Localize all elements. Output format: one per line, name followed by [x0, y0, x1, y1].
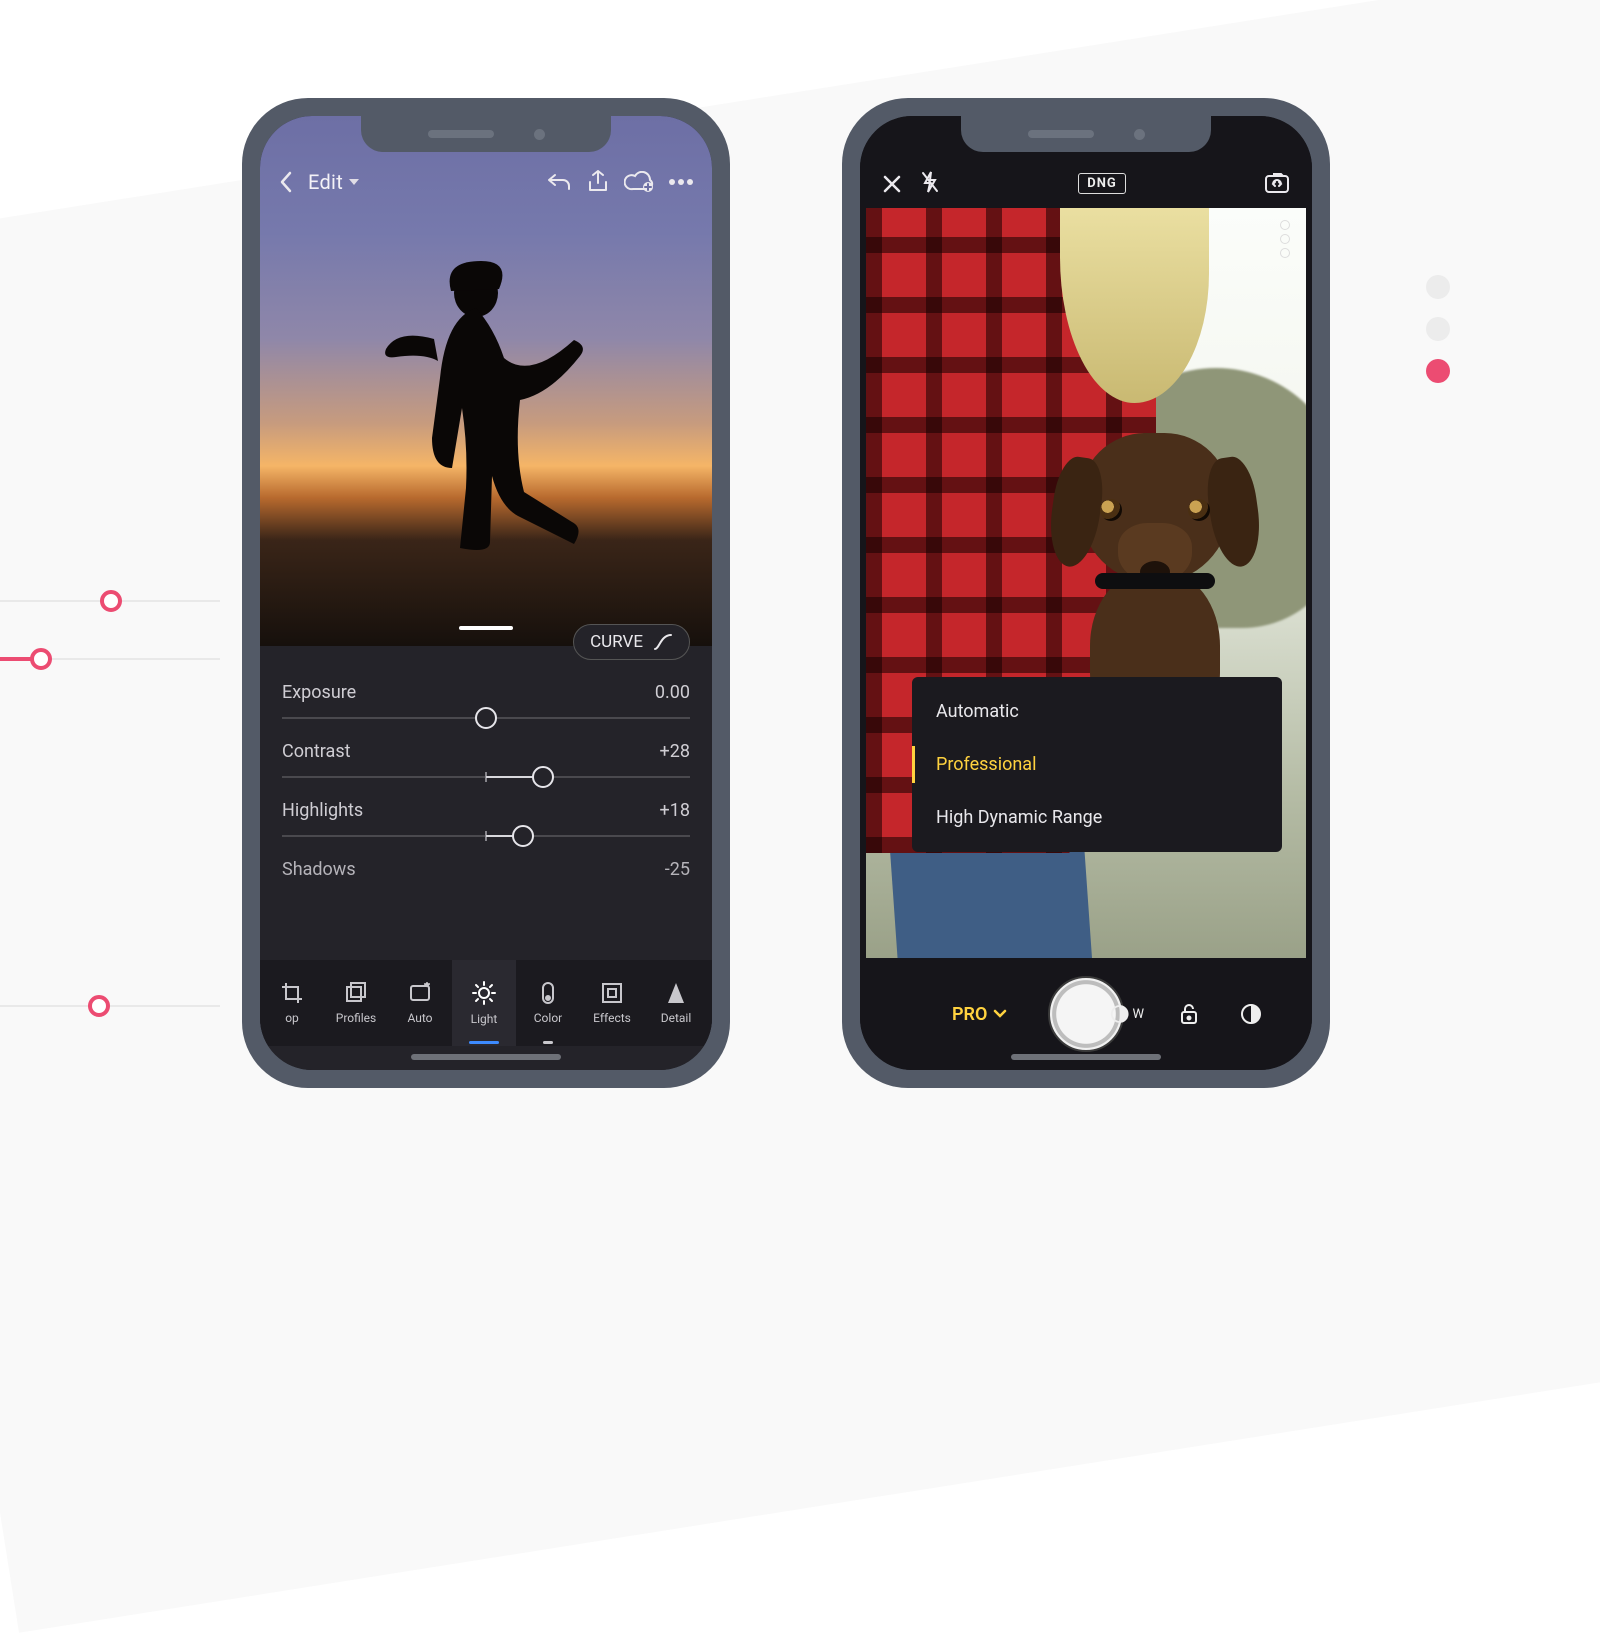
- mode-professional[interactable]: Professional: [912, 738, 1282, 791]
- phone-camera: DNG: [842, 98, 1330, 1088]
- camera-mode-menu: Automatic Professional High Dynamic Rang…: [912, 677, 1282, 852]
- slider-exposure[interactable]: Exposure0.00: [282, 682, 690, 719]
- tab-profiles[interactable]: Profiles: [324, 960, 388, 1046]
- mode-toggle[interactable]: PRO: [952, 1004, 1007, 1025]
- camera-viewfinder[interactable]: Automatic Professional High Dynamic Rang…: [866, 208, 1306, 958]
- tool-tabs: op Profiles Auto Light Color: [260, 960, 712, 1046]
- phone-edit: Edit: [242, 98, 730, 1088]
- slider-contrast[interactable]: Contrast+28: [282, 741, 690, 778]
- tab-effects[interactable]: Effects: [580, 960, 644, 1046]
- format-badge[interactable]: DNG: [1078, 173, 1125, 194]
- white-balance-button[interactable]: W: [1110, 1003, 1144, 1025]
- photo-subject-silhouette: [326, 253, 646, 573]
- filters-icon[interactable]: [1234, 1003, 1268, 1025]
- lock-settings-icon[interactable]: [1172, 1003, 1206, 1025]
- curve-button[interactable]: CURVE: [573, 624, 690, 660]
- burst-indicator-icon: [1278, 220, 1292, 258]
- more-icon[interactable]: [668, 178, 694, 186]
- mode-automatic[interactable]: Automatic: [912, 685, 1282, 738]
- share-icon[interactable]: [586, 169, 610, 195]
- slider-highlights[interactable]: Highlights+18: [282, 800, 690, 837]
- flash-off-icon[interactable]: [920, 170, 940, 194]
- tab-auto[interactable]: Auto: [388, 960, 452, 1046]
- tab-light[interactable]: Light: [452, 960, 516, 1046]
- chevron-down-icon: [349, 179, 359, 185]
- switch-camera-icon[interactable]: [1264, 172, 1290, 194]
- photo-preview[interactable]: Edit: [260, 116, 712, 646]
- panel-drag-handle[interactable]: [459, 626, 513, 630]
- tab-detail[interactable]: Detail: [644, 960, 708, 1046]
- close-icon[interactable]: [882, 174, 902, 194]
- mode-hdr[interactable]: High Dynamic Range: [912, 791, 1282, 844]
- undo-icon[interactable]: [546, 171, 572, 193]
- back-icon[interactable]: [278, 171, 294, 193]
- tab-color[interactable]: Color: [516, 960, 580, 1046]
- cloud-sync-icon[interactable]: [624, 171, 654, 193]
- tab-crop[interactable]: op: [260, 960, 324, 1046]
- slider-shadows[interactable]: Shadows-25: [282, 859, 690, 880]
- screen-title[interactable]: Edit: [308, 170, 359, 194]
